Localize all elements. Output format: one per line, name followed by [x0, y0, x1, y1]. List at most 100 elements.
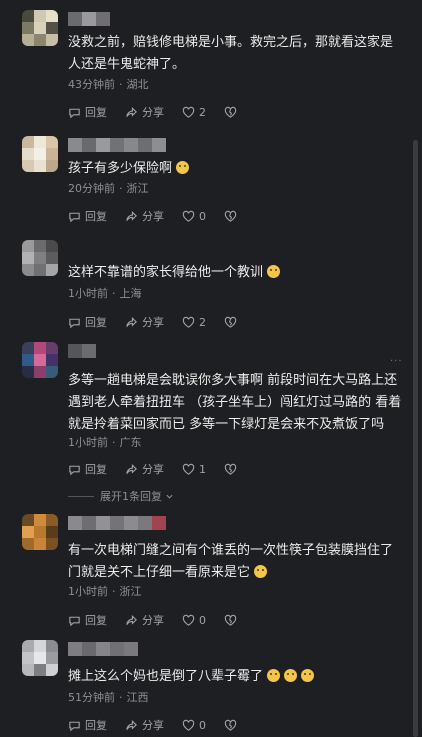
dislike-button[interactable]: [224, 463, 241, 476]
avatar-pixel: [22, 342, 34, 354]
expand-replies-button[interactable]: 展开1条回复: [68, 488, 174, 504]
avatar-pixel: [22, 514, 34, 526]
dislike-button[interactable]: [224, 106, 241, 119]
avatar[interactable]: [22, 136, 58, 172]
avatar-pixel: [22, 354, 34, 366]
share-icon: [126, 210, 137, 221]
heart-icon: [182, 463, 195, 475]
dislike-button[interactable]: [224, 316, 241, 329]
reply-icon: [69, 212, 80, 222]
avatar-pixel: [22, 160, 34, 172]
broken-heart-icon: [224, 614, 237, 626]
comment-text: 多等一趟电梯是会耽误你多大事啊 前段时间在大马路上还遇到老人牵着扭扭车 （孩子坐…: [68, 373, 402, 432]
scrollbar-track[interactable]: [413, 140, 418, 737]
comment-text: 这样不靠谱的家长得给他一个教训: [68, 262, 403, 284]
emoji-icon: [267, 669, 281, 682]
dislike-button[interactable]: [224, 719, 241, 732]
dislike-button[interactable]: [224, 210, 241, 223]
comment-time: 1小时前: [68, 287, 108, 300]
avatar-pixel: [46, 354, 58, 366]
avatar-pixel: [22, 252, 34, 264]
comment-text: 孩子有多少保险啊: [68, 158, 403, 180]
like-count: 0: [199, 613, 206, 627]
avatar-pixel: [34, 640, 46, 652]
expand-divider: [68, 495, 94, 497]
share-button[interactable]: 分享: [125, 461, 164, 477]
comment-item: 孩子有多少保险啊 20分钟前 · 浙江 回复 分享 0: [0, 136, 410, 228]
like-button[interactable]: 2: [182, 316, 206, 329]
reply-button[interactable]: 回复: [68, 461, 107, 477]
more-options-icon[interactable]: ···: [390, 356, 404, 367]
emoji-icon: [267, 265, 281, 278]
share-button[interactable]: 分享: [125, 208, 164, 224]
reply-button[interactable]: 回复: [68, 612, 107, 628]
avatar-pixel: [46, 22, 58, 34]
comment-meta: 1小时前 · 广东: [68, 436, 142, 449]
avatar-pixel: [22, 34, 34, 46]
like-button[interactable]: 0: [182, 614, 206, 627]
avatar[interactable]: [22, 10, 58, 46]
share-button[interactable]: 分享: [125, 717, 164, 733]
avatar-pixel: [46, 366, 58, 378]
reply-icon: [69, 318, 80, 328]
username-redacted[interactable]: [68, 12, 110, 26]
emoji-icon: [284, 669, 298, 682]
comment-text: 没救之前，赔钱修电梯是小事。救完之后，那就看这家是人还是牛鬼蛇神了。: [68, 35, 394, 72]
comment-item: 摊上这么个妈也是倒了八辈子霉了 51分钟前 · 江西 回复 分享 0: [0, 640, 410, 737]
avatar[interactable]: [22, 240, 58, 276]
comment-actions: 回复 分享 2: [68, 313, 259, 331]
comment-text: 有一次电梯门缝之间有个谁丢的一次性筷子包装膜挡住了门就是关不上仔细一看原来是它: [68, 543, 394, 580]
avatar-pixel: [46, 240, 58, 252]
like-button[interactable]: 0: [182, 210, 206, 223]
share-button[interactable]: 分享: [125, 104, 164, 120]
share-button[interactable]: 分享: [125, 314, 164, 330]
avatar-pixel: [46, 136, 58, 148]
avatar-pixel: [22, 148, 34, 160]
broken-heart-icon: [224, 463, 237, 475]
comment-meta: 43分钟前 · 湖北: [68, 78, 149, 91]
username-redacted[interactable]: [68, 516, 166, 530]
reply-button[interactable]: 回复: [68, 314, 107, 330]
heart-icon: [182, 210, 195, 222]
avatar-pixel: [34, 514, 46, 526]
share-label: 分享: [142, 210, 164, 223]
comment-actions: 回复 分享 2: [68, 103, 259, 121]
avatar-pixel: [34, 34, 46, 46]
like-count: 2: [199, 105, 206, 119]
scrollbar-thumb[interactable]: [413, 140, 418, 737]
share-button[interactable]: 分享: [125, 612, 164, 628]
avatar-pixel: [46, 252, 58, 264]
comment-location: 湖北: [126, 78, 149, 91]
emoji-icon: [301, 669, 315, 682]
avatar-pixel: [46, 342, 58, 354]
reply-label: 回复: [85, 210, 107, 223]
like-button[interactable]: 1: [182, 463, 206, 476]
heart-icon: [182, 614, 195, 626]
username-redacted[interactable]: [68, 138, 166, 152]
reply-button[interactable]: 回复: [68, 104, 107, 120]
reply-button[interactable]: 回复: [68, 717, 107, 733]
avatar-pixel: [22, 22, 34, 34]
share-icon: [126, 614, 137, 625]
reply-button[interactable]: 回复: [68, 208, 107, 224]
avatar-pixel: [34, 160, 46, 172]
emoji-icon: [176, 161, 190, 174]
reply-icon: [69, 721, 80, 731]
avatar-pixel: [46, 652, 58, 664]
avatar[interactable]: [22, 640, 58, 676]
share-label: 分享: [142, 719, 164, 732]
avatar[interactable]: [22, 514, 58, 550]
like-button[interactable]: 2: [182, 106, 206, 119]
avatar-pixel: [46, 160, 58, 172]
username-redacted[interactable]: [68, 344, 96, 358]
avatar-pixel: [22, 366, 34, 378]
like-count: 1: [199, 462, 206, 476]
avatar-pixel: [46, 538, 58, 550]
like-button[interactable]: 0: [182, 719, 206, 732]
avatar[interactable]: [22, 342, 58, 378]
comment-location: 广东: [119, 436, 142, 449]
username-redacted[interactable]: [68, 642, 138, 656]
avatar-pixel: [34, 22, 46, 34]
dislike-button[interactable]: [224, 614, 241, 627]
comment-feed: 没救之前，赔钱修电梯是小事。救完之后，那就看这家是人还是牛鬼蛇神了。 43分钟前…: [0, 0, 422, 737]
